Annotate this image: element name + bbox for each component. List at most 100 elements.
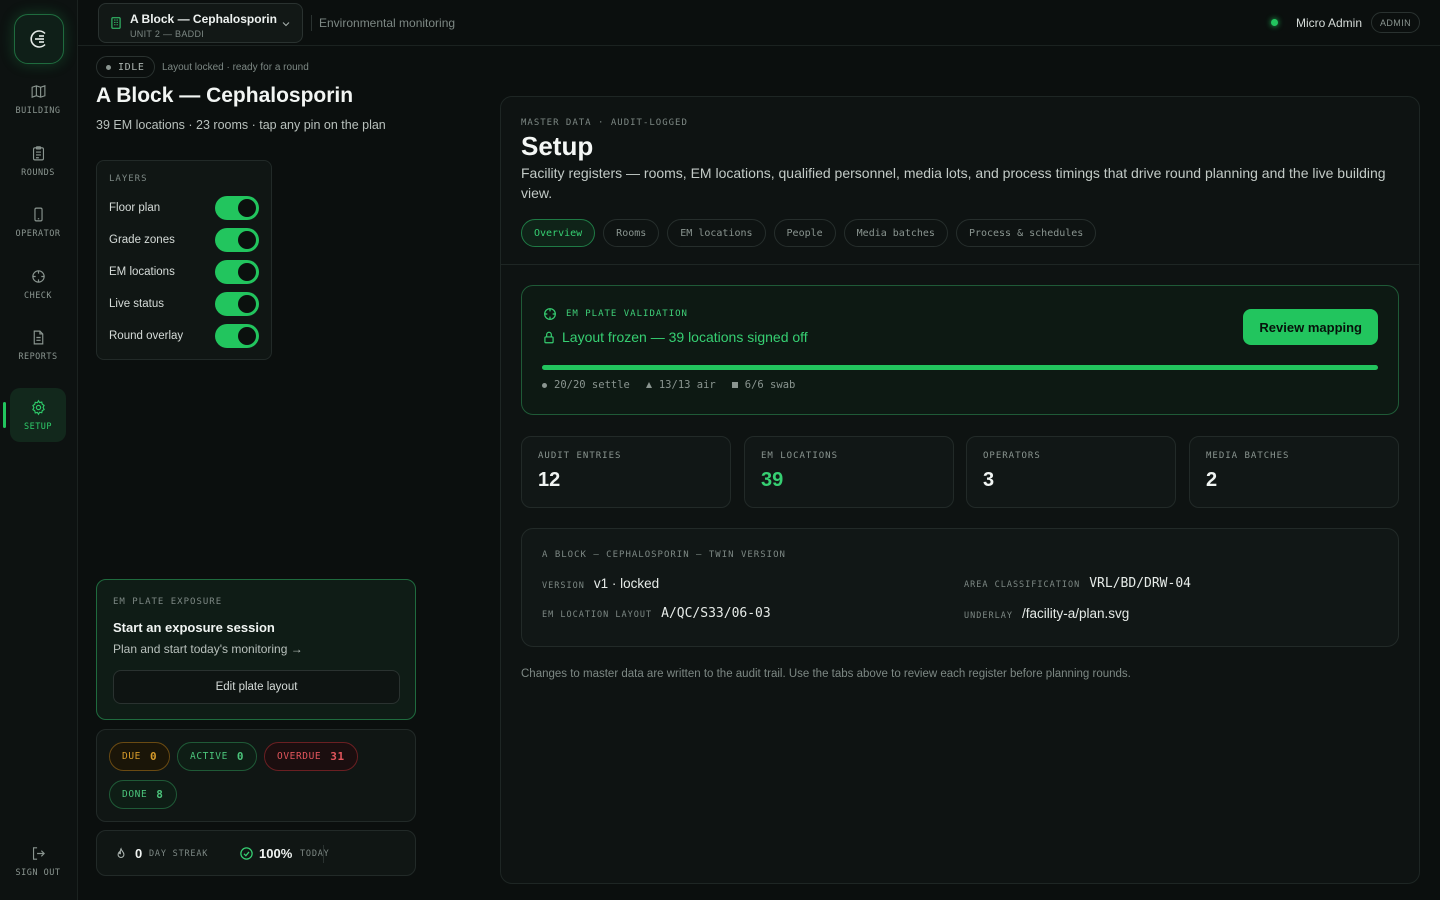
legend-air-text: 13/13 air	[658, 379, 716, 391]
layer-toggle-live-status[interactable]	[215, 292, 259, 316]
clipboard-icon	[32, 145, 44, 160]
phone-icon	[33, 207, 43, 221]
legend-settle-text: 20/20 settle	[554, 379, 630, 391]
top-bar: A Block — Cephalosporin UNIT 2 — BADDI E…	[78, 0, 1440, 46]
tab-overview[interactable]: Overview	[521, 219, 596, 247]
top-separator	[311, 15, 312, 31]
review-mapping-button[interactable]: Review mapping	[1243, 309, 1378, 345]
role-badge: ADMIN	[1371, 12, 1420, 33]
layer-toggle-em-locations[interactable]	[215, 260, 259, 284]
state-dot	[106, 64, 111, 70]
stat-value: 3	[983, 469, 995, 491]
tab-process-schedules[interactable]: Process & schedules	[955, 219, 1097, 247]
layer-row-grade-zones: Grade zones	[109, 228, 259, 252]
layer-row-floor-plan: Floor plan	[109, 196, 259, 220]
done-chip[interactable]: DONE 8	[109, 780, 177, 809]
stat-label: OPERATORS	[983, 451, 1041, 461]
dot-icon	[542, 382, 547, 388]
em-location-layout-label: EM LOCATION LAYOUT	[542, 610, 653, 620]
exposure-title[interactable]: Start an exposure session	[113, 620, 275, 635]
due-count: 0	[149, 750, 158, 763]
logo-icon	[30, 30, 46, 48]
layer-toggle-floor-plan[interactable]	[215, 196, 259, 220]
stat-value: 39	[761, 469, 784, 491]
chevron-down-icon	[282, 22, 290, 27]
stat-label: MEDIA BATCHES	[1206, 451, 1290, 461]
validation-message: Layout frozen — 39 locations signed off	[562, 329, 808, 345]
sign-out-icon	[32, 846, 45, 860]
active-count: 0	[236, 750, 245, 763]
flame-icon	[117, 847, 125, 858]
nav-setup-label: SETUP	[23, 421, 53, 432]
exposure-card: EM PLATE EXPOSURE Start an exposure sess…	[96, 579, 416, 720]
nav-rounds[interactable]: ROUNDS	[10, 134, 66, 188]
overdue-chip[interactable]: OVERDUE 31	[264, 742, 358, 771]
area-classification-value: VRL/BD/DRW-04	[1089, 576, 1191, 591]
tab-people[interactable]: People	[773, 219, 836, 247]
layer-row-em-locations: EM locations	[109, 260, 259, 284]
stat-audit-entries[interactable]: AUDIT ENTRIES 12	[521, 436, 731, 508]
nav-building[interactable]: BUILDING	[10, 72, 66, 126]
edit-plate-layout-button[interactable]: Edit plate layout	[113, 670, 400, 704]
done-count: 8	[156, 788, 164, 801]
stat-em-locations[interactable]: EM LOCATIONS 39	[744, 436, 954, 508]
audit-footnote: Changes to master data are written to th…	[521, 668, 1131, 680]
done-label: DONE	[122, 789, 148, 800]
nav-reports[interactable]: REPORTS	[10, 318, 66, 372]
layer-toggle-grade-zones[interactable]	[215, 228, 259, 252]
site-selector[interactable]: A Block — Cephalosporin UNIT 2 — BADDI	[98, 3, 303, 43]
map-icon	[31, 84, 45, 98]
tab-rooms[interactable]: Rooms	[603, 219, 660, 247]
em-location-layout-value: A/QC/S33/06-03	[661, 606, 771, 621]
lock-icon	[544, 331, 554, 344]
layer-label: EM locations	[109, 266, 175, 278]
site-name: A Block — Cephalosporin	[130, 12, 277, 26]
layer-row-round-overlay: Round overlay	[109, 324, 259, 348]
nav-setup[interactable]: SETUP	[10, 388, 66, 442]
layer-toggle-round-overlay[interactable]	[215, 324, 259, 348]
stat-value: 2	[1206, 469, 1218, 491]
due-chip[interactable]: DUE 0	[109, 742, 171, 771]
setup-eyebrow: MASTER DATA · AUDIT-LOGGED	[521, 118, 688, 128]
area-classification-label: AREA CLASSIFICATION	[964, 580, 1081, 590]
setup-title: Setup	[521, 131, 594, 161]
twin-version-header: A BLOCK — CEPHALOSPORIN — TWIN VERSION	[542, 550, 786, 560]
stat-media-batches[interactable]: MEDIA BATCHES 2	[1189, 436, 1399, 508]
validation-legend: 20/20 settle 13/13 air 6/6 swab	[542, 379, 795, 391]
stat-operators[interactable]: OPERATORS 3	[966, 436, 1176, 508]
round-counts: DUE 0 ACTIVE 0 OVERDUE 31 DONE 8	[96, 729, 416, 822]
overdue-count: 31	[330, 750, 345, 763]
state-label: IDLE	[118, 61, 145, 73]
nav-check[interactable]: CHECK	[10, 257, 66, 311]
layer-label: Floor plan	[109, 202, 161, 214]
area-classification-field: AREA CLASSIFICATION VRL/BD/DRW-04	[964, 576, 1191, 591]
due-label: DUE	[122, 751, 141, 762]
overdue-label: OVERDUE	[277, 751, 322, 762]
online-status-dot	[1271, 19, 1278, 26]
streak-bar: 0 DAY STREAK 100% TODAY	[96, 830, 416, 876]
sidebar: BUILDING ROUNDS OPERATOR CHECK REPORTS S…	[0, 0, 78, 900]
toggle-knob	[238, 263, 256, 281]
exposure-subtitle[interactable]: Plan and start today's monitoring →	[113, 642, 303, 656]
state-note: Layout locked · ready for a round	[162, 62, 309, 73]
em-location-layout-field: EM LOCATION LAYOUT A/QC/S33/06-03	[542, 606, 771, 621]
setup-panel: MASTER DATA · AUDIT-LOGGED Setup Facilit…	[500, 96, 1420, 884]
legend-settle: 20/20 settle	[542, 379, 630, 391]
crosshair-icon	[31, 269, 45, 283]
twin-version-card: A BLOCK — CEPHALOSPORIN — TWIN VERSION V…	[521, 528, 1399, 647]
file-icon	[33, 330, 43, 344]
tab-em-locations[interactable]: EM locations	[667, 219, 766, 247]
legend-swab-text: 6/6 swab	[744, 379, 796, 391]
toggle-knob	[238, 327, 256, 345]
nav-reports-label: REPORTS	[18, 351, 58, 362]
user-name[interactable]: Micro Admin	[1296, 16, 1362, 30]
app-logo[interactable]	[14, 14, 64, 64]
square-icon	[731, 382, 738, 388]
sign-out-button[interactable]: SIGN OUT	[10, 834, 66, 888]
active-chip[interactable]: ACTIVE 0	[177, 742, 258, 771]
tab-media-batches[interactable]: Media batches	[843, 219, 948, 247]
gear-icon	[31, 399, 45, 415]
nav-operator[interactable]: OPERATOR	[10, 195, 66, 249]
site-subtitle: UNIT 2 — BADDI	[130, 29, 205, 39]
section-title: Environmental monitoring	[319, 16, 456, 30]
